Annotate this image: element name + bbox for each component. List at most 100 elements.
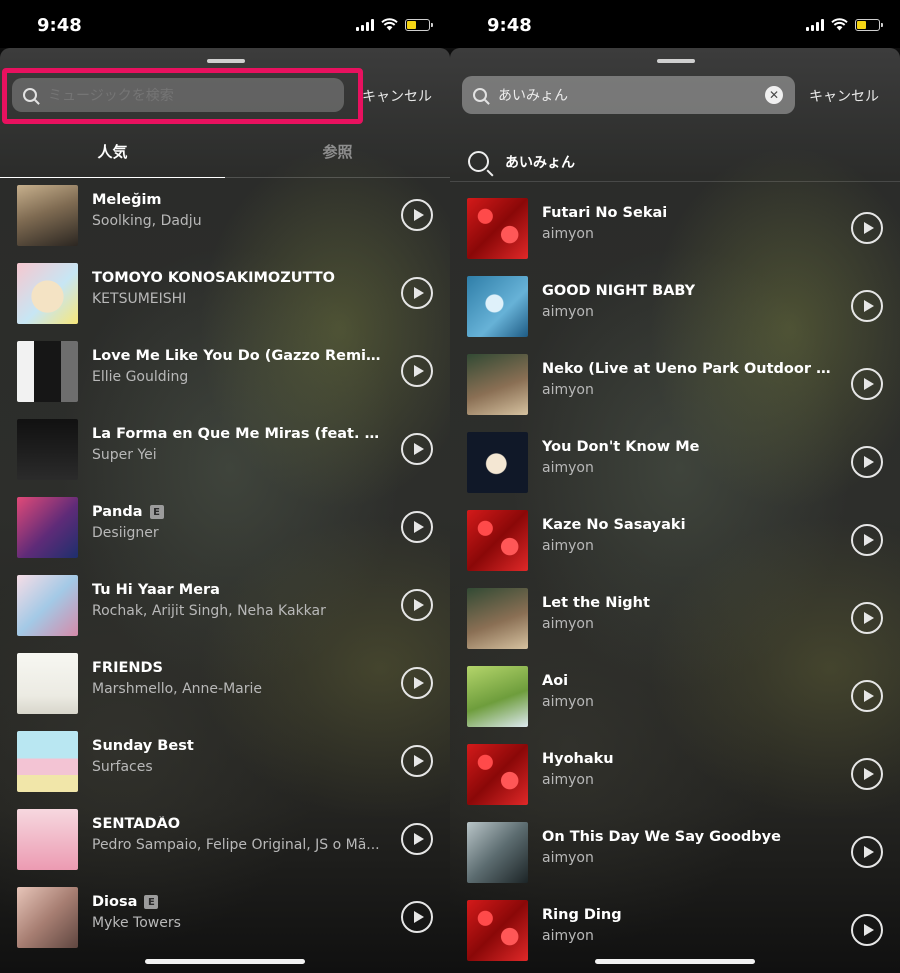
tab-browse[interactable]: 参照 [225,141,450,162]
track-row[interactable]: You Don't Know Me aimyon [450,432,900,494]
track-title: FRIENDS [92,660,163,676]
track-row[interactable]: Let the Night aimyon [450,588,900,650]
search-icon [473,88,487,102]
tab-bar: 人気 参照 [0,136,450,178]
album-art [467,510,528,571]
cellular-signal-icon [356,18,374,31]
album-art [467,276,528,337]
battery-charging-icon [855,18,883,31]
track-title: Sunday Best [92,738,194,754]
home-indicator[interactable] [145,959,305,964]
cellular-signal-icon [806,18,824,31]
play-preview-button[interactable] [851,446,883,478]
track-artist: Super Yei [92,447,157,463]
play-preview-button[interactable] [401,511,433,543]
track-title: La Forma en Que Me Miras (feat. Sam... [92,426,384,442]
left-screen: 9:48 キャンセル 人気 参照 Meleğim Soolking, Dadju [0,0,450,973]
track-row[interactable]: Diosa E Myke Towers [0,887,450,949]
play-preview-button[interactable] [851,680,883,712]
track-row[interactable]: Love Me Like You Do (Gazzo Remix) (Fr...… [0,341,450,403]
suggestion-text: あいみょん [505,154,575,171]
music-search-input[interactable] [498,87,765,103]
play-preview-button[interactable] [851,914,883,946]
track-row[interactable]: Hyohaku aimyon [450,744,900,806]
home-indicator[interactable] [595,959,755,964]
track-artist: aimyon [542,538,594,554]
album-art [17,497,78,558]
play-preview-button[interactable] [401,901,433,933]
play-preview-button[interactable] [851,758,883,790]
track-artist: aimyon [542,694,594,710]
track-artist: aimyon [542,226,594,242]
track-row[interactable]: Panda E Desiigner [0,497,450,559]
track-artist: Pedro Sampaio, Felipe Original, JS o Mã.… [92,837,380,853]
play-preview-button[interactable] [851,836,883,868]
album-art [17,731,78,792]
play-preview-button[interactable] [401,823,433,855]
track-title: Ring Ding [542,907,622,923]
track-artist: Surfaces [92,759,153,775]
sheet-grabber-handle[interactable] [207,59,245,63]
track-row[interactable]: Aoi aimyon [450,666,900,728]
play-preview-button[interactable] [401,745,433,777]
track-title: Let the Night [542,595,650,611]
clear-search-icon[interactable]: ✕ [765,86,783,104]
play-preview-button[interactable] [851,290,883,322]
play-preview-button[interactable] [851,524,883,556]
track-row[interactable]: Ring Ding aimyon [450,900,900,962]
play-preview-button[interactable] [851,368,883,400]
track-row[interactable]: Meleğim Soolking, Dadju [0,185,450,247]
track-row[interactable]: Futari No Sekai aimyon [450,198,900,260]
track-title: SENTADÃO [92,816,181,832]
track-row[interactable]: Tu Hi Yaar Mera Rochak, Arijit Singh, Ne… [0,575,450,637]
play-preview-button[interactable] [851,602,883,634]
cancel-button[interactable]: キャンセル [809,86,879,106]
status-bar: 9:48 [0,0,450,48]
album-art [17,809,78,870]
music-picker-sheet: ✕ キャンセル あいみょん Futari No Sekai aimyon GOO… [450,48,900,973]
track-row[interactable]: La Forma en Que Me Miras (feat. Sam... S… [0,419,450,481]
status-time: 9:48 [37,15,82,36]
cancel-button[interactable]: キャンセル [362,86,432,106]
play-preview-button[interactable] [401,667,433,699]
tab-popular[interactable]: 人気 [0,141,225,162]
sheet-grabber-handle[interactable] [657,59,695,63]
status-bar: 9:48 [450,0,900,48]
track-row[interactable]: Neko (Live at Ueno Park Outdoor Stag... … [450,354,900,416]
search-query-suggestion[interactable]: あいみょん [450,142,900,182]
play-preview-button[interactable] [401,433,433,465]
album-art [467,198,528,259]
play-preview-button[interactable] [851,212,883,244]
track-title: You Don't Know Me [542,439,700,455]
track-row[interactable]: Kaze No Sasayaki aimyon [450,510,900,572]
track-artist: aimyon [542,850,594,866]
play-preview-button[interactable] [401,589,433,621]
album-art [17,341,78,402]
track-row[interactable]: GOOD NIGHT BABY aimyon [450,276,900,338]
track-title: Aoi [542,673,569,689]
track-title: GOOD NIGHT BABY [542,283,696,299]
play-preview-button[interactable] [401,199,433,231]
status-time: 9:48 [487,15,532,36]
album-art [467,900,528,961]
play-preview-button[interactable] [401,355,433,387]
album-art [467,744,528,805]
music-search-bar[interactable]: ✕ [462,76,795,114]
track-row[interactable]: FRIENDS Marshmello, Anne-Marie [0,653,450,715]
track-row[interactable]: On This Day We Say Goodbye aimyon [450,822,900,884]
search-icon [468,151,489,172]
play-preview-button[interactable] [401,277,433,309]
track-title: TOMOYO KONOSAKIMOZUTTO [92,270,335,286]
track-title: Futari No Sekai [542,205,668,221]
album-art [17,575,78,636]
track-artist: Marshmello, Anne-Marie [92,681,262,697]
track-artist: aimyon [542,382,594,398]
track-artist: KETSUMEISHI [92,291,187,307]
track-title: On This Day We Say Goodbye [542,829,781,845]
track-row[interactable]: Sunday Best Surfaces [0,731,450,793]
wifi-icon [831,18,848,31]
track-title: Kaze No Sasayaki [542,517,686,533]
status-icons [356,18,433,31]
track-row[interactable]: TOMOYO KONOSAKIMOZUTTO KETSUMEISHI [0,263,450,325]
track-row[interactable]: SENTADÃO Pedro Sampaio, Felipe Original,… [0,809,450,871]
